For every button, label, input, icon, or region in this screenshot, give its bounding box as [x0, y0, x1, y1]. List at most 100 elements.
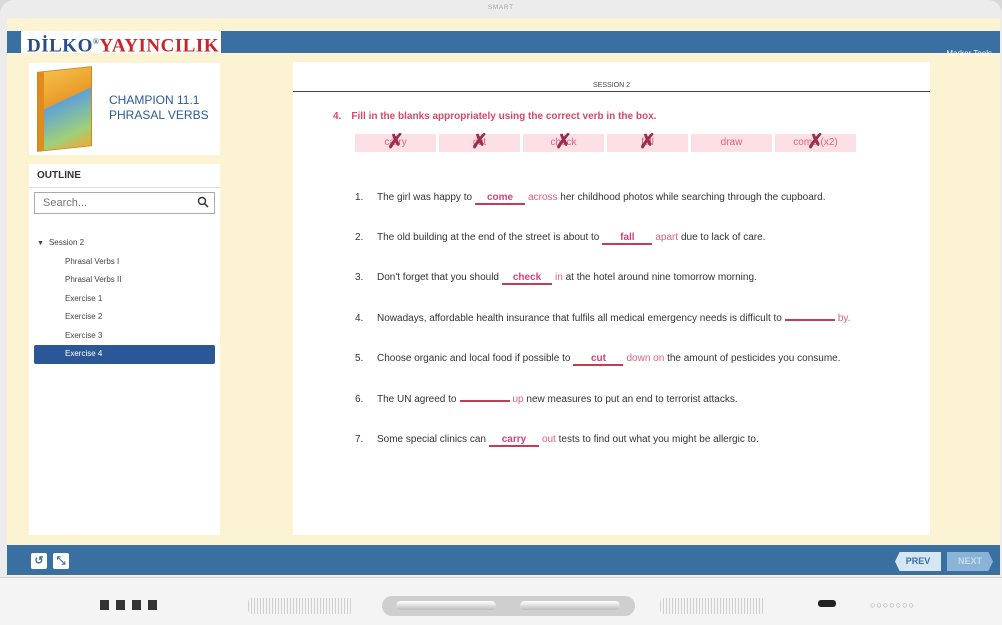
sentence-particle: down on [626, 353, 665, 364]
sentence-particle: by. [837, 313, 851, 324]
pen-right-icon[interactable] [520, 601, 620, 610]
search-icon[interactable] [197, 196, 209, 208]
tree-item-exercise-3[interactable]: Exercise 3 [29, 327, 220, 346]
sentence-particle: apart [655, 232, 679, 243]
sentence-particle: out [541, 434, 556, 445]
speaker-grille-left [248, 598, 353, 614]
sentence-text-before: The girl was happy to [377, 192, 473, 203]
sentence-row: 6. The UN agreed to up new measures to put… [355, 394, 738, 405]
answer-blank[interactable]: check [502, 272, 552, 285]
search-input[interactable] [35, 193, 185, 213]
book-title-line1: CHAMPION 11.1 [109, 93, 200, 107]
cross-out-icon: ✗ [639, 131, 656, 153]
sentence-row: 4. Nowadays, affordable health insurance … [355, 313, 850, 324]
exercise-content: SESSION 2 4. Fill in the blanks appropria… [293, 62, 930, 535]
answer-blank[interactable]: cut [573, 353, 624, 366]
word-box: carry ✗ cut ✗ check ✗ fall ✗ draw come (x2) ✗ [355, 131, 856, 153]
answer-blank[interactable]: come [475, 192, 526, 205]
sentence-row: 1. The girl was happy to come across her ch… [355, 192, 825, 205]
word-box-item: come (x2) ✗ [775, 131, 856, 153]
sentence-number: 3. [355, 272, 364, 283]
speaker-grille-right [660, 598, 765, 614]
next-button[interactable]: NEXT [947, 552, 993, 571]
question-title: 4. Fill in the blanks appropriately using… [333, 111, 656, 122]
answer-blank[interactable]: carry [488, 434, 539, 447]
answer-blank[interactable] [459, 400, 510, 402]
cross-out-icon: ✗ [807, 131, 824, 153]
sentence-text-before: Choose organic and local food if possibl… [377, 353, 571, 364]
prev-button[interactable]: PREV [895, 552, 941, 571]
sentence-text-after: due to lack of care. [680, 232, 766, 243]
tree-item-phrasal-verbs-1[interactable]: Phrasal Verbs I [29, 253, 220, 272]
sentence-number: 1. [355, 192, 364, 203]
search-box [34, 192, 215, 214]
book-card: CHAMPION 11.1 PHRASAL VERBS [29, 63, 220, 155]
word-box-item: draw [691, 134, 772, 152]
outline-heading: OUTLINE [29, 164, 220, 188]
tree-item-exercise-1[interactable]: Exercise 1 [29, 290, 220, 309]
question-number: 4. [333, 111, 342, 122]
sentence-number: 2. [355, 232, 364, 243]
sentence-number: 4. [355, 313, 364, 324]
sentence-particle: in [555, 272, 563, 283]
sentence-text-after: at the hotel around nine tomorrow mornin… [565, 272, 757, 283]
word-box-word: draw [720, 137, 743, 148]
sentence-particle: across [528, 192, 558, 203]
collapse-icon[interactable]: ⤡ [53, 553, 69, 569]
sentence-text-before: Some special clinics can [377, 434, 486, 445]
sentence-row: 2. The old building at the end of the str… [355, 232, 765, 245]
book-title: CHAMPION 11.1 PHRASAL VERBS [109, 93, 209, 123]
session-label: SESSION 2 [593, 82, 630, 89]
outline-panel: OUTLINE ▼ Session 2 Phrasal Verbs I Phras… [29, 164, 220, 535]
pen-tray [382, 596, 635, 616]
sentence-text-before: The UN agreed to [377, 394, 457, 405]
word-box-item: cut ✗ [439, 131, 520, 153]
answer-blank[interactable]: fall [602, 232, 653, 245]
device-tray: ○○○○○○○ [0, 577, 1002, 625]
bottom-bar: ↺ ⤡ PREV NEXT [7, 545, 1000, 575]
sentence-text-after: tests to find out what you might be alle… [558, 434, 759, 445]
sentence-text-before: The old building at the end of the stree… [377, 232, 600, 243]
tree-item-phrasal-verbs-2[interactable]: Phrasal Verbs II [29, 271, 220, 290]
book-title-line2: PHRASAL VERBS [109, 108, 209, 122]
device-brand: SMART [488, 5, 514, 11]
sentence-number: 5. [355, 353, 364, 364]
session-divider [293, 91, 930, 92]
cross-out-icon: ✗ [471, 131, 488, 153]
word-box-item: fall ✗ [607, 131, 688, 153]
logo-text-dilko: DİLKO [27, 35, 93, 57]
pen-left-icon[interactable] [396, 601, 496, 610]
color-buttons-icon[interactable]: ○○○○○○○ [870, 600, 915, 610]
caret-down-icon[interactable]: ▼ [37, 240, 44, 247]
tree-item-exercise-4[interactable]: Exercise 4 [34, 345, 215, 364]
sentence-text-after: her childhood photos while searching thr… [560, 192, 826, 203]
sentence-particle: up [512, 394, 524, 405]
sentence-row: 5. Choose organic and local food if possi… [355, 353, 841, 366]
logo-text-yayincilik: YAYINCILIK [99, 35, 220, 57]
sentence-number: 6. [355, 394, 364, 405]
cross-out-icon: ✗ [387, 131, 404, 153]
outline-tree: ▼ Session 2 Phrasal Verbs I Phrasal Verbs… [29, 234, 220, 364]
eraser-icon[interactable] [818, 600, 836, 607]
sentence-text-before: Don't forget that you should [377, 272, 499, 283]
sentence-row: 7. Some special clinics can carry out tests… [355, 434, 759, 447]
app-screen: Marker Tools DİLKO®YAYINCILIK CHAMPION 1… [7, 18, 1000, 576]
answer-blank[interactable] [784, 319, 835, 321]
tray-buttons-icon[interactable] [100, 600, 164, 610]
tree-session-label: Session 2 [48, 238, 85, 247]
book-cover-image [37, 66, 92, 152]
tree-session-2[interactable]: ▼ Session 2 [29, 234, 220, 253]
question-text: Fill in the blanks appropriately using t… [351, 111, 657, 122]
marker-tools-button[interactable]: Marker Tools [946, 49, 992, 58]
sentence-text-after: new measures to put an end to terrorist … [526, 394, 738, 405]
tree-item-exercise-2[interactable]: Exercise 2 [29, 308, 220, 327]
word-box-item: carry ✗ [355, 131, 436, 153]
sentence-text-after: the amount of pesticides you consume. [667, 353, 841, 364]
sentence-number: 7. [355, 434, 364, 445]
cross-out-icon: ✗ [555, 131, 572, 153]
reset-icon[interactable]: ↺ [31, 553, 47, 569]
word-box-item: check ✗ [523, 131, 604, 153]
sentence-text-before: Nowadays, affordable health insurance th… [377, 313, 782, 324]
sentence-row: 3. Don't forget that you should check in at… [355, 272, 757, 285]
publisher-logo: DİLKO®YAYINCILIK [21, 31, 221, 57]
